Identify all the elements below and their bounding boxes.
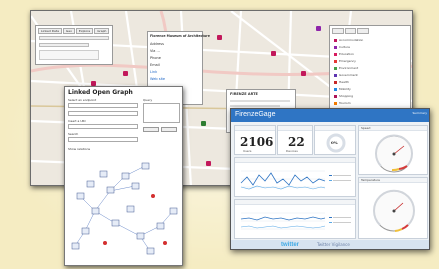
category-color-icon <box>334 94 337 98</box>
widget-label: Users <box>243 149 252 153</box>
category-item[interactable]: Mobility <box>334 87 351 91</box>
donut-value: 0% <box>331 140 338 145</box>
widget-label: Devices <box>286 149 298 153</box>
widget-header <box>278 126 312 131</box>
uri-label: Insert a URI <box>68 119 86 123</box>
category-label: Health <box>339 80 349 84</box>
map-pin[interactable] <box>316 26 321 31</box>
category-color-icon <box>334 59 337 63</box>
category-color-icon <box>334 45 337 49</box>
category-color-icon <box>334 66 337 70</box>
widget-tile-2: 22 Devices <box>277 125 313 155</box>
dashboard-header: FirenzeGage Summary <box>231 109 429 122</box>
map-search-panel: Linked Data Geo Explore Graph <box>35 25 113 65</box>
tab-options[interactable] <box>357 28 370 34</box>
category-color-icon <box>334 87 337 91</box>
category-item[interactable]: Environment <box>334 66 358 70</box>
category-color-icon <box>334 38 337 42</box>
category-item[interactable]: Education <box>334 52 354 56</box>
category-label: Culture <box>339 45 350 49</box>
category-label: Shopping <box>339 94 354 98</box>
popup-line: Via ... <box>150 49 160 53</box>
twitter-logo[interactable]: twitter <box>281 242 299 248</box>
widget-tile-1: 2106 Users <box>234 125 276 155</box>
widget-value: 2106 <box>240 135 274 149</box>
category-label: Emergency <box>339 59 356 63</box>
dashboard-menu[interactable]: Summary <box>413 111 428 115</box>
category-item[interactable]: Accommodation <box>334 38 363 42</box>
category-label: Mobility <box>339 87 351 91</box>
go-button[interactable] <box>143 127 159 132</box>
line-chart-2 <box>240 212 351 230</box>
linked-graph[interactable] <box>65 151 183 266</box>
tab-graph[interactable]: Graph <box>94 28 110 34</box>
widget-header <box>235 126 275 131</box>
clear-button[interactable] <box>161 127 177 132</box>
map-category-panel: Accommodation Culture Education Emergency En… <box>329 25 411 121</box>
gauge-tile-1: Speed <box>358 125 428 175</box>
gauge-tile-2: Temperature <box>358 177 428 239</box>
category-item[interactable]: Emergency <box>334 59 356 63</box>
search-label: Search <box>68 132 79 136</box>
graph-screenshot: Linked Open Graph Select an endpoint Que… <box>64 86 183 266</box>
search-field[interactable] <box>68 137 138 142</box>
endpoint-url-field[interactable] <box>68 111 138 116</box>
widget-tile-3: 0% <box>314 125 356 155</box>
query-label: Query <box>143 98 153 102</box>
category-label: Tourism <box>339 101 351 105</box>
category-item[interactable]: Government <box>334 73 358 77</box>
dashboard-title: FirenzeGage <box>235 111 276 118</box>
widget-value: 22 <box>288 135 305 149</box>
map-pin[interactable] <box>206 161 211 166</box>
endpoint-label: Select an endpoint <box>68 98 97 102</box>
tab-linked-data[interactable]: Linked Data <box>38 28 62 34</box>
small-popup-title: FIRENZE ARTE <box>230 92 258 96</box>
map-pin[interactable] <box>271 51 276 56</box>
tab-categories[interactable] <box>332 28 344 34</box>
category-color-icon <box>334 101 337 105</box>
line-chart-1 <box>240 170 351 190</box>
map-results-box <box>39 50 99 60</box>
uri-field[interactable] <box>68 124 138 129</box>
map-search-input[interactable] <box>39 36 109 40</box>
dashboard-footer: twitter Twitter Vigilance <box>231 240 429 249</box>
popup-title: Florence Museum of Architecture <box>150 34 210 38</box>
dashboard-screenshot: FirenzeGage Summary 2106 Users 22 Device… <box>230 108 430 250</box>
map-filter-input[interactable] <box>39 43 89 47</box>
footer-caption: Twitter Vigilance <box>317 242 350 247</box>
popup-line: Email <box>150 63 160 67</box>
query-box[interactable] <box>143 103 180 123</box>
popup-line: Address <box>150 42 164 46</box>
tab-geo[interactable]: Geo <box>62 28 75 34</box>
map-pin[interactable] <box>301 71 306 76</box>
line-chart-tile-2 <box>234 199 356 239</box>
tab-explore[interactable]: Explore <box>75 28 94 34</box>
map-pin[interactable] <box>217 35 222 40</box>
line-chart-tile-1 <box>234 157 356 197</box>
category-label: Education <box>339 52 354 56</box>
endpoint-select[interactable] <box>68 103 138 108</box>
category-item[interactable]: Health <box>334 80 349 84</box>
gauge-temperature <box>373 189 415 232</box>
tab-layers[interactable] <box>344 28 357 34</box>
map-pin[interactable] <box>201 121 206 126</box>
category-color-icon <box>334 80 337 84</box>
category-label: Environment <box>339 66 359 70</box>
popup-link[interactable]: Link <box>150 70 157 74</box>
graph-title: Linked Open Graph <box>68 89 133 96</box>
map-pin[interactable] <box>123 71 128 76</box>
popup-link[interactable]: Web site <box>150 77 165 81</box>
category-color-icon <box>334 73 337 77</box>
category-item[interactable]: Shopping <box>334 94 353 98</box>
category-item[interactable]: Tourism <box>334 101 351 105</box>
category-color-icon <box>334 52 337 56</box>
popup-line: Phone <box>150 56 161 60</box>
category-label: Government <box>339 73 358 77</box>
gauge-speed <box>375 134 413 173</box>
category-label: Accommodation <box>339 38 364 42</box>
category-item[interactable]: Culture <box>334 45 350 49</box>
